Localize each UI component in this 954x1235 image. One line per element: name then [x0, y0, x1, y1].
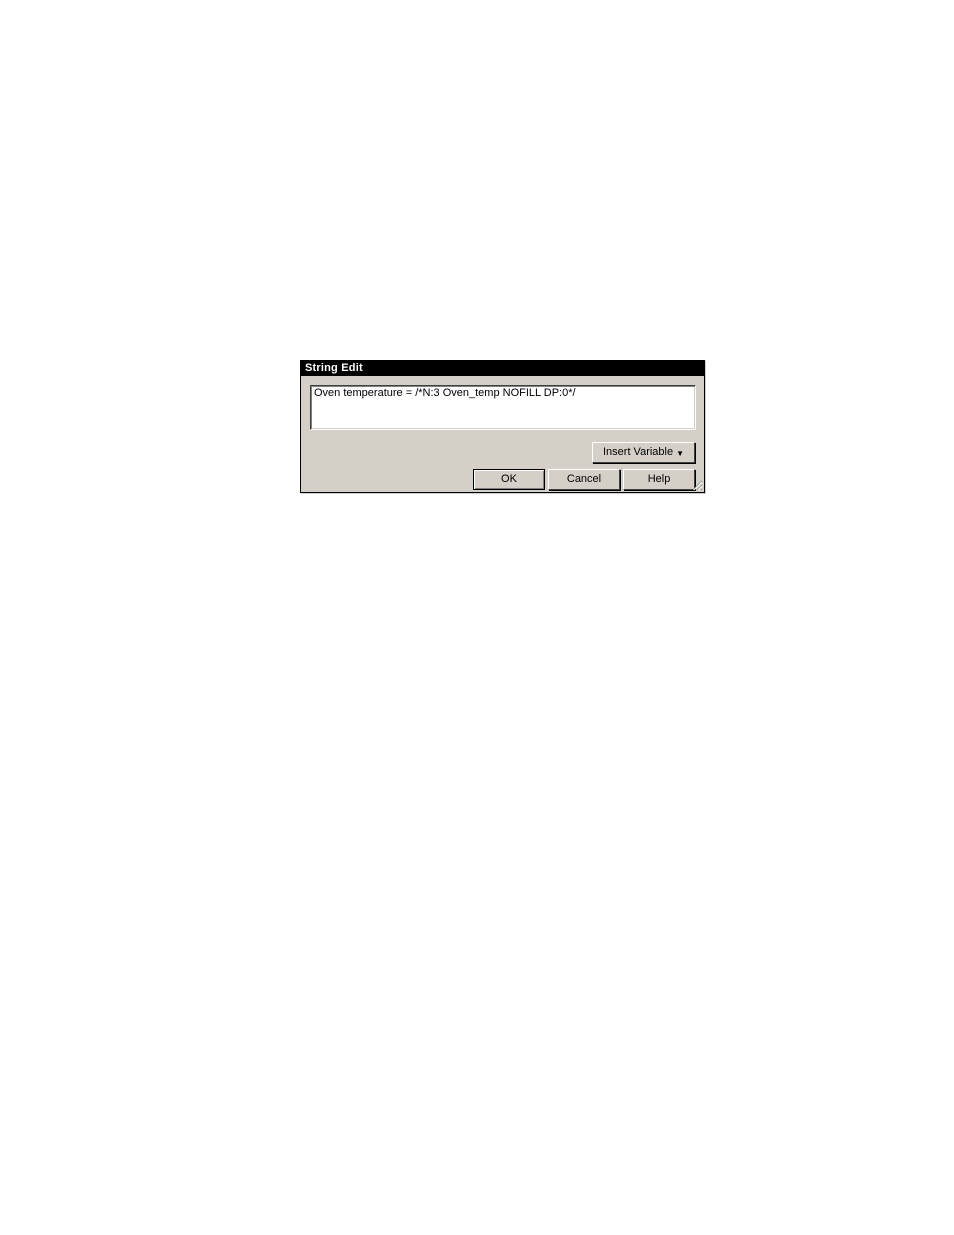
insert-variable-row: Insert Variable ▼	[310, 442, 695, 463]
cancel-button[interactable]: Cancel	[548, 469, 620, 490]
dialog-title: String Edit	[305, 362, 363, 374]
dialog-button-row: OK Cancel Help	[310, 469, 695, 490]
chevron-down-icon: ▼	[676, 450, 684, 458]
insert-variable-button[interactable]: Insert Variable ▼	[592, 442, 695, 463]
dialog-content: Insert Variable ▼ OK Cancel Help	[301, 376, 704, 490]
resize-grip[interactable]	[690, 478, 703, 491]
insert-variable-label: Insert Variable	[603, 443, 673, 462]
dialog-titlebar[interactable]: String Edit	[301, 361, 704, 376]
string-edit-dialog: String Edit Insert Variable ▼ OK Cancel …	[300, 360, 705, 493]
ok-button[interactable]: OK	[473, 469, 545, 490]
string-edit-textarea[interactable]	[310, 385, 696, 430]
help-button[interactable]: Help	[623, 469, 695, 490]
